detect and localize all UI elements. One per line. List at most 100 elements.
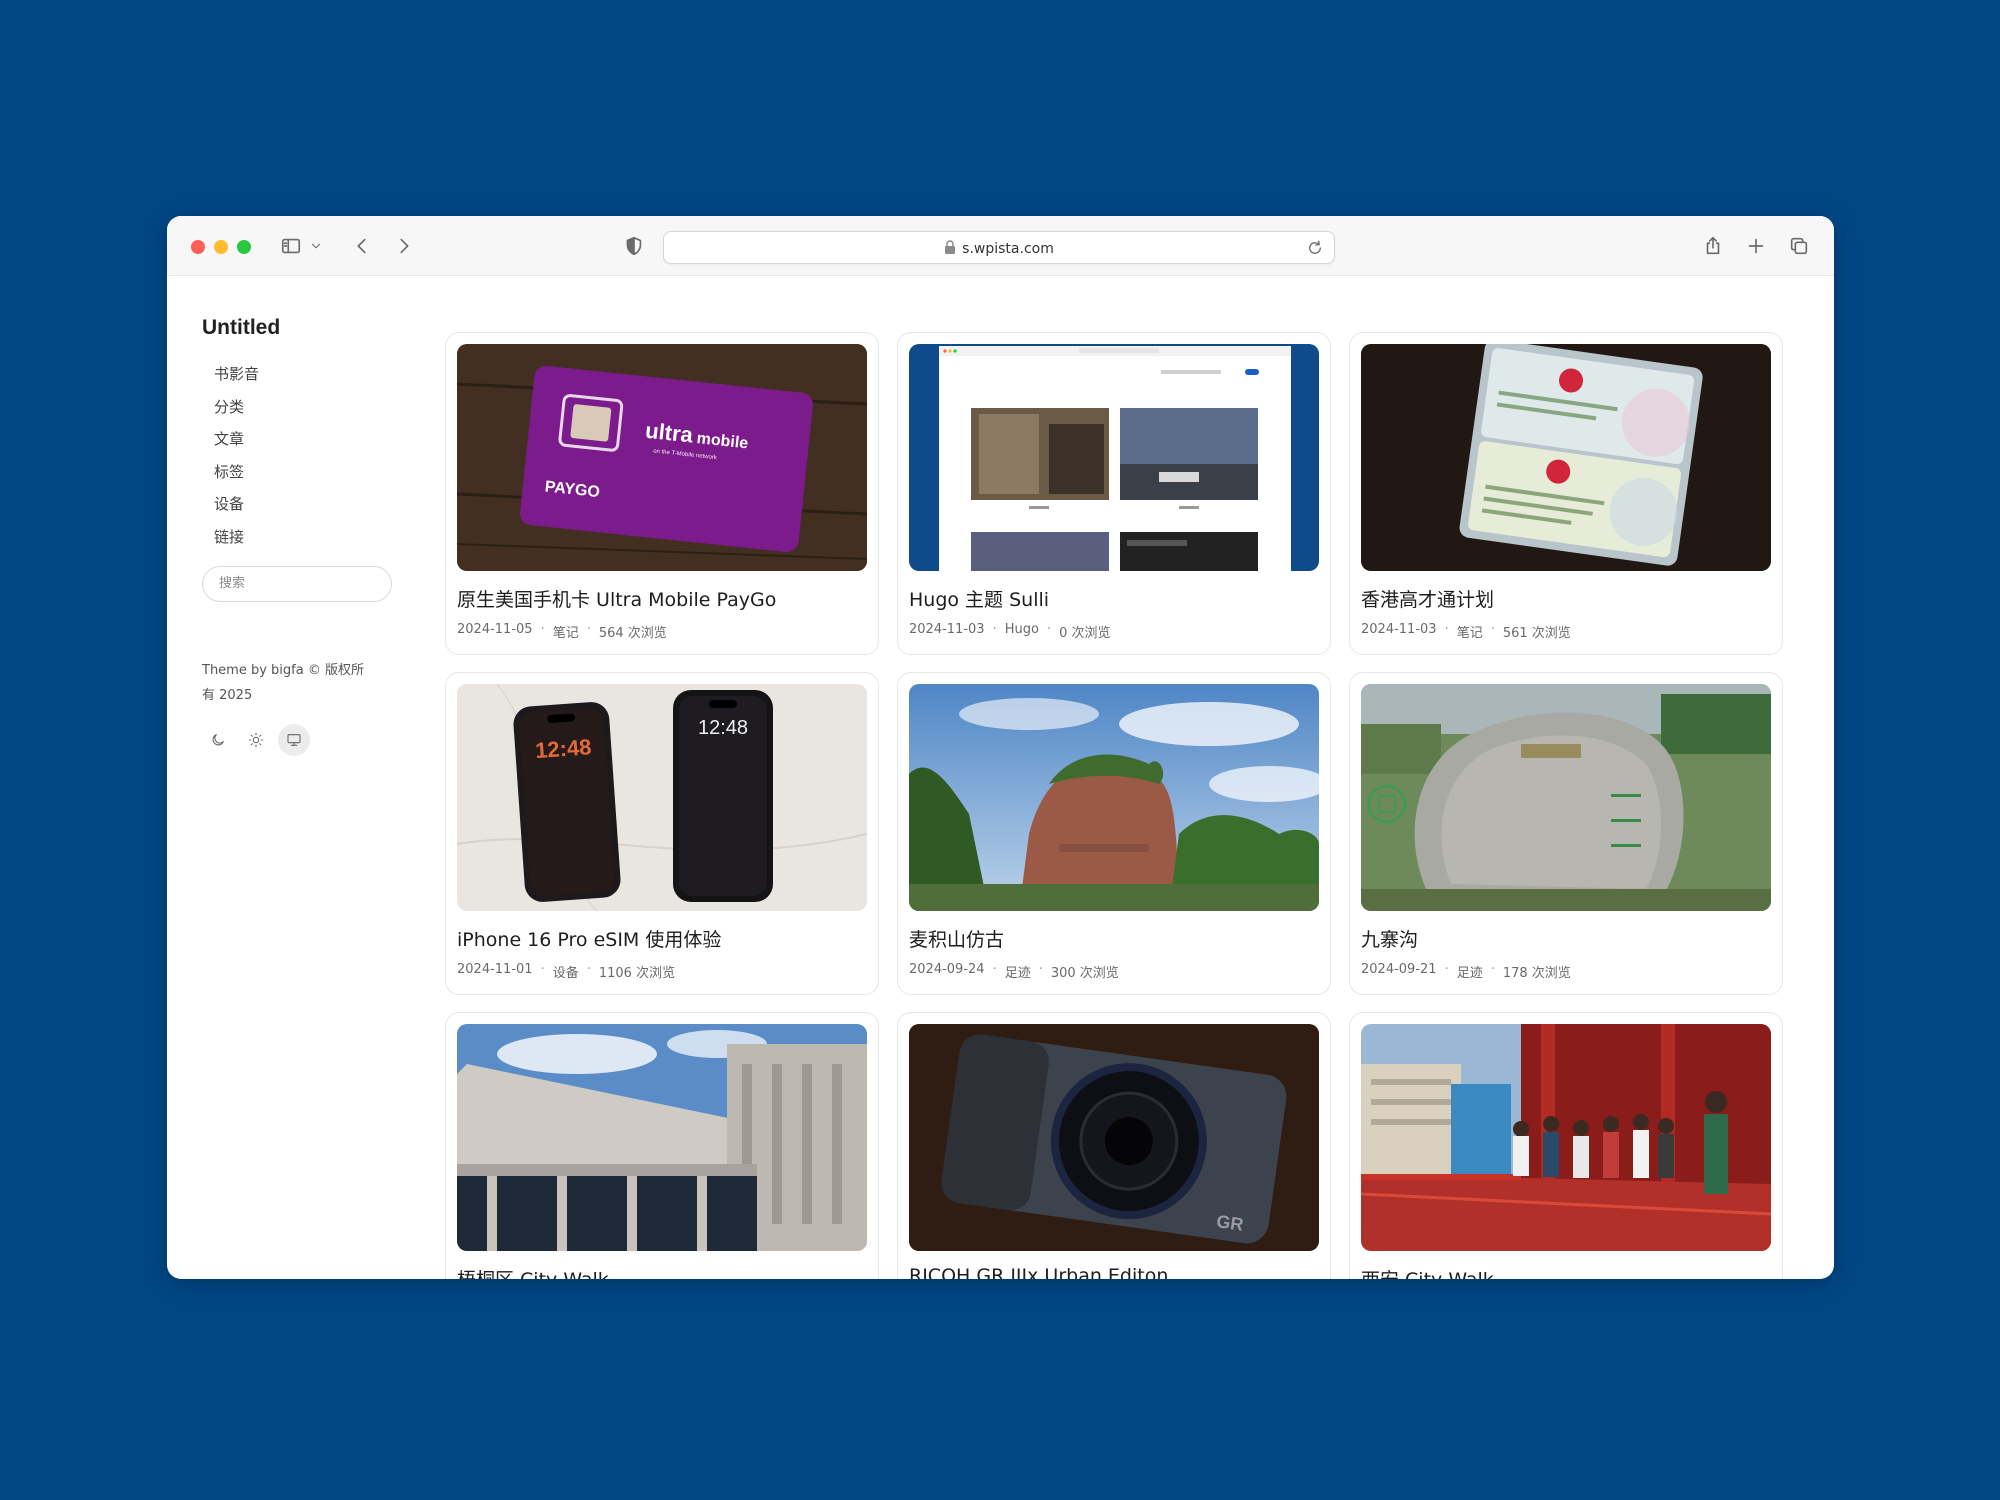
meta-separator: · xyxy=(586,962,591,977)
meta-separator: · xyxy=(1444,622,1449,637)
post-category[interactable]: 足迹 xyxy=(1005,962,1031,981)
post-grid: ultra mobile on the T-Mobile network PAY… xyxy=(445,332,1783,1279)
post-date: 2024-11-03 xyxy=(909,622,985,637)
meta-separator: · xyxy=(586,622,591,637)
post-card[interactable]: ultra mobile on the T-Mobile network PAY… xyxy=(445,332,879,655)
moon-icon[interactable] xyxy=(202,724,234,756)
post-title[interactable]: 香港高才通计划 xyxy=(1361,585,1771,612)
post-card[interactable]: 九寨沟 2024-09-21 · 足迹 · 178 次浏览 xyxy=(1349,672,1783,995)
tabs-overview-icon[interactable] xyxy=(1787,234,1811,258)
post-title[interactable]: 麦积山仿古 xyxy=(909,925,1319,952)
thumb-clock-left: 12:48 xyxy=(534,734,592,763)
nav-item-devices[interactable]: 设备 xyxy=(202,488,402,521)
post-views: 300 次浏览 xyxy=(1050,966,1119,981)
meta-separator: · xyxy=(1046,622,1052,637)
post-thumbnail[interactable] xyxy=(909,684,1319,911)
post-category[interactable]: Hugo xyxy=(1005,622,1039,641)
post-views: 178 次浏览 xyxy=(1502,966,1571,981)
meta-separator: · xyxy=(1490,962,1495,977)
post-thumbnail[interactable]: ultra mobile on the T-Mobile network PAY… xyxy=(457,344,867,571)
post-meta: 2024-09-24 · 足迹 · 300 次浏览 xyxy=(909,962,1319,981)
post-thumbnail[interactable] xyxy=(457,1024,867,1251)
nav-item-articles[interactable]: 文章 xyxy=(202,423,402,456)
meta-separator: · xyxy=(1038,962,1043,977)
post-card[interactable]: 麦积山仿古 2024-09-24 · 足迹 · 300 次浏览 xyxy=(897,672,1331,995)
meta-separator: · xyxy=(540,622,545,637)
post-title[interactable]: Hugo 主题 Sulli xyxy=(909,585,1319,612)
post-thumbnail[interactable] xyxy=(1361,344,1771,571)
window-controls xyxy=(191,240,251,254)
new-tab-icon[interactable] xyxy=(1744,234,1768,258)
post-meta: 2024-11-05 · 笔记 · 564 次浏览 xyxy=(457,622,867,641)
blog-sidebar: Untitled 书影音 分类 文章 标签 设备 链接 Theme by big… xyxy=(202,316,402,756)
meta-separator: · xyxy=(992,622,997,637)
post-title[interactable]: 梧桐区 City Walk xyxy=(457,1265,867,1279)
post-meta: 2024-09-21 · 足迹 · 178 次浏览 xyxy=(1361,962,1771,981)
post-views: 0 次浏览 xyxy=(1059,626,1111,641)
post-title[interactable]: 西安 City Walk xyxy=(1361,1265,1771,1279)
thumb-text-gr: GR xyxy=(1215,1211,1245,1235)
post-thumbnail[interactable] xyxy=(909,344,1319,571)
post-meta: 2024-11-01 · 设备 · 1106 次浏览 xyxy=(457,962,867,981)
post-title[interactable]: 原生美国手机卡 Ultra Mobile PayGo xyxy=(457,585,867,612)
post-title[interactable]: RICOH GR IIIx Urban Editon xyxy=(909,1265,1319,1279)
zoom-dot[interactable] xyxy=(237,240,251,254)
post-card[interactable]: 西安 City Walk xyxy=(1349,1012,1783,1279)
chevron-down-icon[interactable] xyxy=(308,234,324,258)
meta-separator: · xyxy=(1444,962,1449,977)
minimize-dot[interactable] xyxy=(214,240,228,254)
thumb-text-ultra: ultra xyxy=(644,418,695,448)
monitor-icon[interactable] xyxy=(278,723,310,756)
nav-item-categories[interactable]: 分类 xyxy=(202,391,402,424)
post-category[interactable]: 笔记 xyxy=(553,622,579,641)
lock-icon xyxy=(944,239,956,258)
post-title[interactable]: 九寨沟 xyxy=(1361,925,1771,952)
post-card[interactable]: 香港高才通计划 2024-11-03 · 笔记 · 561 次浏览 xyxy=(1349,332,1783,655)
post-date: 2024-09-21 xyxy=(1361,962,1437,977)
sun-icon[interactable] xyxy=(240,724,272,756)
post-views: 564 次浏览 xyxy=(598,626,667,641)
sidebar-nav: 书影音 分类 文章 标签 设备 链接 xyxy=(202,358,402,554)
post-date: 2024-11-05 xyxy=(457,622,533,637)
footer-credit: Theme by bigfa © 版权所有 2025 xyxy=(202,662,364,703)
post-thumbnail[interactable] xyxy=(1361,1024,1771,1251)
sidebar-icon[interactable] xyxy=(279,234,303,258)
post-date: 2024-09-24 xyxy=(909,962,985,977)
post-meta: 2024-11-03 · 笔记 · 561 次浏览 xyxy=(1361,622,1771,641)
post-category[interactable]: 足迹 xyxy=(1457,962,1483,981)
nav-item-media[interactable]: 书影音 xyxy=(202,358,402,391)
reload-icon[interactable] xyxy=(1306,239,1324,261)
close-dot[interactable] xyxy=(191,240,205,254)
meta-separator: · xyxy=(1490,622,1495,637)
meta-separator: · xyxy=(992,962,997,977)
post-thumbnail[interactable]: GR xyxy=(909,1024,1319,1251)
post-card[interactable]: 12:48 12:48 iPhone 16 Pro eSIM 使用体验 2024… xyxy=(445,672,879,995)
post-thumbnail[interactable]: 12:48 12:48 xyxy=(457,684,867,911)
browser-window: s.wpista.com Untitled 书影音 分类 文章 标签 设备 链接… xyxy=(167,216,1834,1279)
nav-item-links[interactable]: 链接 xyxy=(202,521,402,554)
search-input[interactable] xyxy=(202,565,392,602)
post-card[interactable]: GR RICOH GR IIIx Urban Editon xyxy=(897,1012,1331,1279)
post-title[interactable]: iPhone 16 Pro eSIM 使用体验 xyxy=(457,925,867,952)
url-text: s.wpista.com xyxy=(962,240,1054,257)
browser-toolbar: s.wpista.com xyxy=(167,216,1834,276)
forward-icon[interactable] xyxy=(392,234,416,258)
post-category[interactable]: 设备 xyxy=(553,962,579,981)
post-card[interactable]: Hugo 主题 Sulli 2024-11-03 · Hugo · 0 次浏览 xyxy=(897,332,1331,655)
meta-separator: · xyxy=(540,962,545,977)
post-meta: 2024-11-03 · Hugo · 0 次浏览 xyxy=(909,622,1319,641)
post-category[interactable]: 笔记 xyxy=(1457,622,1483,641)
site-title[interactable]: Untitled xyxy=(202,316,402,340)
thumb-clock-right: 12:48 xyxy=(698,717,748,739)
share-icon[interactable] xyxy=(1701,234,1725,258)
nav-item-tags[interactable]: 标签 xyxy=(202,456,402,489)
shield-icon[interactable] xyxy=(622,234,646,258)
post-thumbnail[interactable] xyxy=(1361,684,1771,911)
address-bar[interactable]: s.wpista.com xyxy=(663,231,1335,264)
post-views: 561 次浏览 xyxy=(1502,626,1571,641)
theme-toggles xyxy=(202,723,402,756)
post-card[interactable]: 梧桐区 City Walk xyxy=(445,1012,879,1279)
post-date: 2024-11-03 xyxy=(1361,622,1437,637)
back-icon[interactable] xyxy=(350,234,374,258)
post-date: 2024-11-01 xyxy=(457,962,533,977)
